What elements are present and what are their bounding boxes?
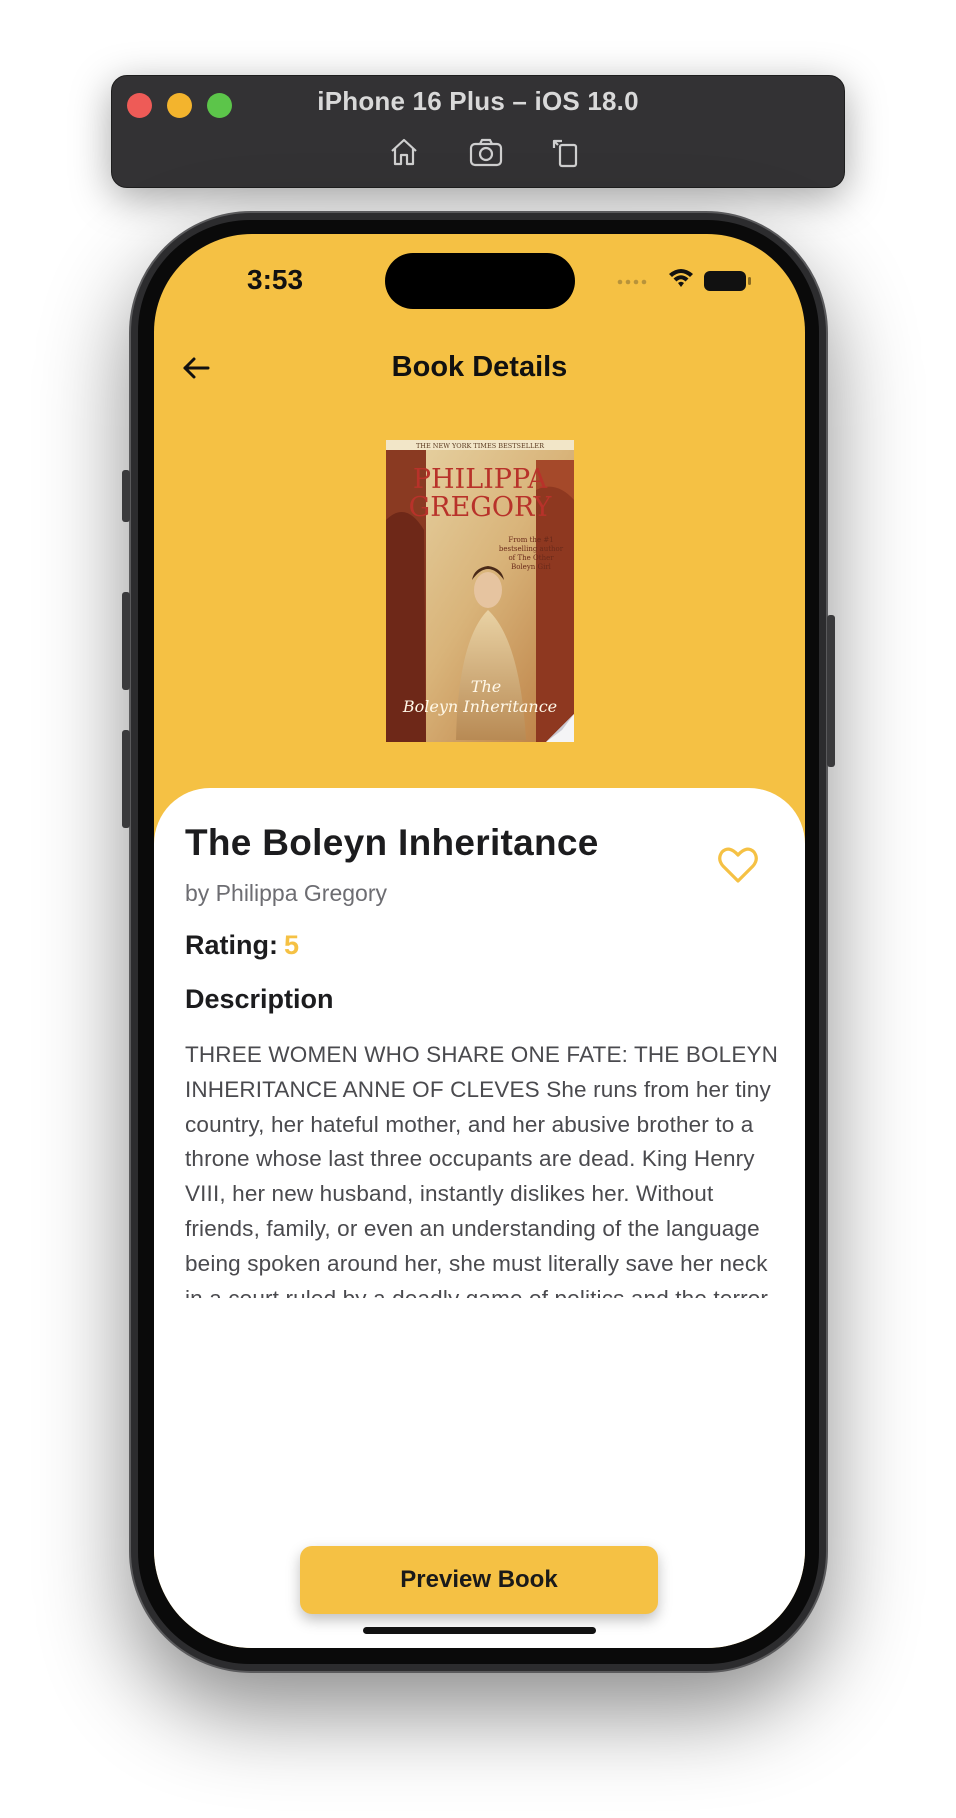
power-button — [827, 615, 835, 767]
cover-title-line2: Boleyn Inheritance — [402, 697, 557, 716]
description-heading: Description — [185, 984, 334, 1014]
favorite-button[interactable] — [715, 842, 761, 888]
signal-icon — [617, 279, 647, 285]
book-title: The Boleyn Inheritance — [185, 822, 599, 863]
wifi-icon — [669, 269, 693, 287]
screenshot-icon[interactable] — [468, 134, 504, 170]
cover-banner: THE NEW YORK TIMES BESTSELLER — [416, 442, 545, 450]
home-indicator[interactable] — [363, 1627, 596, 1634]
preview-book-button[interactable]: Preview Book — [300, 1546, 658, 1614]
cover-title-line1: The — [471, 677, 501, 696]
dynamic-island — [385, 253, 575, 309]
home-icon[interactable] — [386, 134, 422, 170]
rotate-icon[interactable] — [548, 134, 584, 170]
volume-down-button — [122, 730, 130, 828]
rating-row: Rating: 5 — [185, 930, 299, 961]
heart-outline-icon — [718, 847, 758, 883]
book-cover-image: THE NEW YORK TIMES BESTSELLER PHILIPPA G… — [386, 440, 574, 742]
page-title: Book Details — [391, 351, 568, 383]
status-icons — [614, 264, 754, 294]
app-screen: 3:53 Book Details THE NEW YORK TIMES BES… — [154, 234, 805, 1648]
action-button — [122, 470, 130, 522]
cover-blurb: From the #1 bestselling author of The Ot… — [498, 536, 564, 571]
rating-value: 5 — [283, 930, 300, 960]
simulator-title: iPhone 16 Plus – iOS 18.0 — [317, 86, 639, 116]
cover-author-line1: PHILIPPA — [413, 464, 548, 495]
book-author: by Philippa Gregory — [185, 880, 387, 906]
volume-up-button — [122, 592, 130, 690]
description-text[interactable]: THREE WOMEN WHO SHARE ONE FATE: THE BOLE… — [185, 1038, 785, 1298]
status-time: 3:53 — [247, 264, 304, 295]
battery-icon — [704, 271, 751, 291]
cover-author-line2: GREGORY — [409, 492, 553, 523]
rating-label: Rating: — [185, 930, 278, 960]
